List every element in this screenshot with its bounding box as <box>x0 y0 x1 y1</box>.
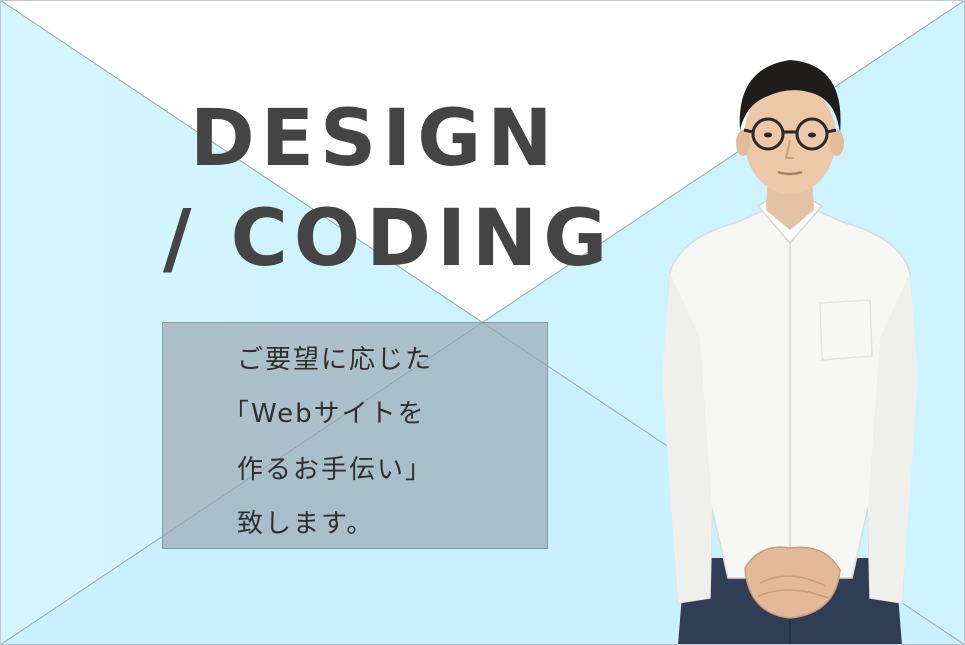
glasses-arm-left <box>743 128 754 134</box>
message-line-4: 致します。 <box>237 509 375 539</box>
left-eye <box>764 132 772 138</box>
message-line-2: 「Webサイトを <box>223 399 426 429</box>
glasses-arm-right <box>826 128 837 134</box>
message-line-1: ご要望に応じた <box>237 345 434 375</box>
hero-banner: DESIGN / CODING ご要望に応じた 「Webサイトを 作るお手伝い」… <box>0 0 965 645</box>
message-line-3: 作るお手伝い」 <box>237 455 434 485</box>
left-ear <box>736 130 750 156</box>
headline-coding: / CODING <box>163 194 614 284</box>
right-ear <box>830 130 844 156</box>
person-photo <box>662 60 918 645</box>
headline-design: DESIGN <box>190 94 559 184</box>
message-box: ご要望に応じた 「Webサイトを 作るお手伝い」 致します。 <box>162 322 548 549</box>
right-eye <box>808 132 816 138</box>
